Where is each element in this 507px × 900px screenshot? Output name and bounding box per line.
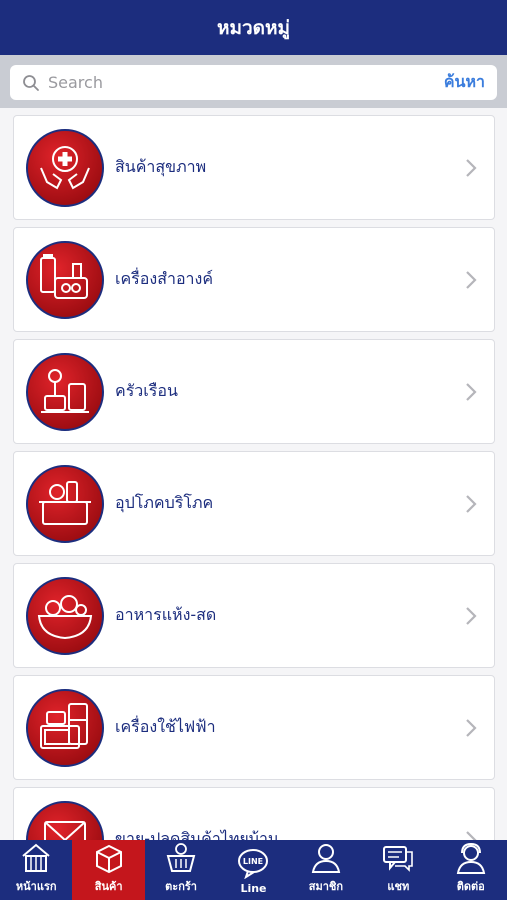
bottom-tab-bar: หน้าแรก สินค้า ตะกร้า LINE Line สมาชิก แ… [0, 840, 507, 900]
category-label: อาหารแห้ง-สด [115, 605, 217, 624]
member-icon [311, 844, 341, 873]
tab-label: สมาชิก [308, 880, 344, 893]
category-item-consumer-goods[interactable]: อุปโภคบริโภค [13, 451, 495, 556]
category-label: ครัวเรือน [115, 381, 178, 400]
products-box-icon [95, 844, 122, 874]
tab-home[interactable]: หน้าแรก [0, 840, 72, 900]
tab-line[interactable]: LINE Line [217, 840, 289, 900]
appliances-icon [26, 688, 104, 767]
category-item-household[interactable]: ครัวเรือน [13, 339, 495, 444]
chevron-right-icon [466, 494, 477, 513]
basket-icon [166, 843, 196, 872]
category-list: สินค้าสุขภาพ เครื่องสำอางค์ ครัวเรือน อุ… [0, 108, 507, 840]
tab-chat[interactable]: แชท [362, 840, 434, 900]
category-item-cosmetics[interactable]: เครื่องสำอางค์ [13, 227, 495, 332]
app-header: หมวดหมู่ [0, 0, 507, 55]
tab-cart[interactable]: ตะกร้า [145, 840, 217, 900]
wholesale-box-icon [26, 800, 104, 840]
consumer-goods-icon [26, 464, 104, 543]
category-label: ขาย-ปลดสินค้าไทยบ้าน [115, 829, 279, 840]
food-bowl-icon [26, 576, 104, 655]
chevron-right-icon [466, 158, 477, 177]
chevron-right-icon [466, 606, 477, 625]
contact-icon [456, 842, 485, 874]
chevron-right-icon [466, 270, 477, 289]
category-item-food[interactable]: อาหารแห้ง-สด [13, 563, 495, 668]
chat-icon [383, 846, 414, 872]
category-item-appliances[interactable]: เครื่องใช้ไฟฟ้า [13, 675, 495, 780]
svg-text:LINE: LINE [243, 857, 263, 866]
search-button[interactable]: ค้นหา [444, 70, 485, 95]
category-label: สินค้าสุขภาพ [115, 157, 207, 176]
chevron-right-icon [466, 382, 477, 401]
category-item-wholesale[interactable]: ขาย-ปลดสินค้าไทยบ้าน [13, 787, 495, 840]
tab-label: แชท [387, 880, 410, 893]
category-label: เครื่องใช้ไฟฟ้า [115, 717, 216, 736]
tab-label: ตะกร้า [165, 880, 197, 893]
search-icon [20, 72, 42, 94]
line-chat-icon: LINE [238, 849, 269, 879]
tab-member[interactable]: สมาชิก [290, 840, 362, 900]
page-title: หมวดหมู่ [216, 16, 291, 39]
tab-label: สินค้า [94, 880, 123, 893]
chevron-right-icon [466, 718, 477, 737]
tab-label: ติดต่อ [456, 880, 485, 893]
tab-contact[interactable]: ติดต่อ [435, 840, 507, 900]
household-icon [26, 352, 104, 431]
tab-label: Line [240, 882, 267, 895]
home-icon [22, 843, 50, 872]
tab-label: หน้าแรก [15, 880, 57, 893]
health-hands-icon [26, 128, 104, 207]
category-label: เครื่องสำอางค์ [115, 269, 214, 288]
search-bar: ค้นหา [10, 65, 497, 100]
category-item-health[interactable]: สินค้าสุขภาพ [13, 115, 495, 220]
chevron-right-icon [466, 830, 477, 840]
category-label: อุปโภคบริโภค [115, 493, 214, 512]
tab-products[interactable]: สินค้า [72, 840, 145, 900]
search-section: ค้นหา [0, 55, 507, 108]
search-input[interactable] [48, 73, 444, 92]
cosmetics-icon [26, 240, 104, 319]
